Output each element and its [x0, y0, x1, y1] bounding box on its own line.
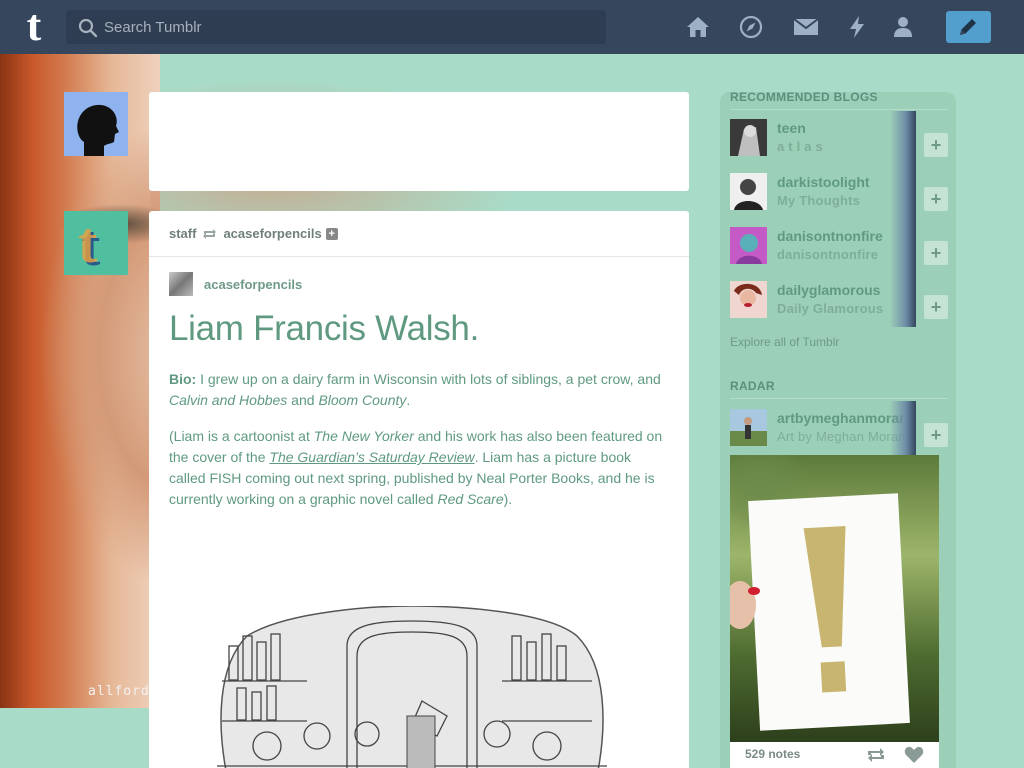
sidebar: RECOMMENDED BLOGS teen a t l a s + darki…	[720, 90, 956, 768]
source-avatar[interactable]	[169, 272, 193, 296]
pencil-icon	[960, 19, 976, 35]
radar-post-footer: 529 notes	[730, 742, 939, 768]
blog-name[interactable]: dailyglamorous	[777, 282, 880, 298]
reblogged-from-name[interactable]: acaseforpencils	[223, 226, 321, 241]
follow-button[interactable]: +	[924, 133, 948, 157]
fade-overlay	[890, 219, 916, 273]
tumblr-logo[interactable]: t	[14, 4, 54, 48]
blog-name[interactable]: artbymeghanmoran	[777, 410, 908, 426]
description-paragraph: (Liam is a cartoonist at The New Yorker …	[169, 426, 669, 510]
fade-overlay	[890, 165, 916, 219]
tumblr-t-icon: t t	[64, 210, 128, 278]
reblog-icon[interactable]	[866, 747, 886, 763]
search-icon	[78, 18, 98, 38]
blog-avatar[interactable]	[730, 281, 767, 318]
home-icon[interactable]	[686, 15, 710, 39]
follow-button[interactable]: +	[924, 241, 948, 265]
activity-icon[interactable]	[845, 15, 869, 39]
post-header: staff acaseforpencils +	[149, 211, 689, 257]
radar-heading: RADAR	[730, 379, 775, 393]
cartoon-image[interactable]	[197, 606, 627, 768]
inbox-icon[interactable]	[793, 15, 819, 39]
bio-label: Bio:	[169, 371, 197, 387]
post-composer[interactable]	[149, 92, 689, 191]
reblog-icon	[203, 228, 217, 239]
silhouette-icon	[64, 92, 128, 156]
bio-italic: Calvin and Hobbes	[169, 392, 288, 408]
top-navigation-bar: t	[0, 0, 1024, 54]
follow-button[interactable]: +	[924, 423, 948, 447]
follow-button[interactable]: +	[924, 295, 948, 319]
notes-count[interactable]: 529 notes	[745, 747, 800, 761]
divider	[730, 398, 948, 399]
blog-description: Art by Meghan Moran	[777, 429, 906, 444]
blog-avatar[interactable]	[730, 409, 767, 446]
radar-photo[interactable]	[730, 455, 939, 742]
post-source[interactable]: acaseforpencils	[169, 272, 302, 296]
svg-text:t: t	[78, 211, 98, 275]
follow-button[interactable]: +	[924, 187, 948, 211]
guardian-link[interactable]: The Guardian’s Saturday Review	[269, 449, 474, 465]
bio-text: I grew up on a dairy farm in Wisconsin w…	[196, 371, 661, 387]
bio-paragraph: Bio: I grew up on a dairy farm in Wiscon…	[169, 369, 669, 411]
search-input[interactable]	[104, 10, 594, 44]
reblogger-name[interactable]: staff	[169, 226, 196, 241]
post-title: Liam Francis Walsh.	[169, 309, 480, 348]
bio-text: .	[406, 392, 411, 408]
blog-description: My Thoughts	[777, 193, 861, 208]
canvas-artwork	[748, 493, 910, 731]
exclamation-icon	[803, 526, 847, 693]
follow-button[interactable]: +	[325, 227, 338, 240]
blog-name[interactable]: danisontnonfire	[777, 228, 883, 244]
fade-overlay	[890, 401, 916, 455]
recommended-blogs-heading: RECOMMENDED BLOGS	[730, 90, 878, 104]
fade-overlay	[890, 111, 916, 165]
account-icon[interactable]	[891, 15, 915, 39]
blog-description: Daily Glamorous	[777, 301, 884, 316]
blog-avatar[interactable]	[730, 227, 767, 264]
description-italic: The New Yorker	[313, 428, 414, 444]
bio-italic: Bloom County	[318, 392, 407, 408]
radar-post[interactable]: 529 notes	[730, 455, 939, 768]
blog-name[interactable]: teen	[777, 120, 806, 136]
hand-image	[730, 581, 760, 629]
divider	[730, 109, 948, 110]
blog-avatar[interactable]	[730, 119, 767, 156]
blog-name[interactable]: darkistoolight	[777, 174, 870, 190]
bio-text: and	[287, 392, 319, 408]
staff-avatar[interactable]: t t	[64, 210, 128, 278]
blog-description: a t l a s	[777, 139, 823, 154]
description-text: (Liam is a cartoonist at	[169, 428, 314, 444]
explore-icon[interactable]	[739, 15, 763, 39]
user-avatar[interactable]	[64, 92, 128, 156]
blog-description: danisontnonfire	[777, 247, 879, 262]
recommended-blog-item[interactable]: dailyglamorous Daily Glamorous +	[730, 273, 948, 335]
description-text: ).	[503, 491, 513, 507]
description-italic: Red Scare	[437, 491, 504, 507]
search-box[interactable]	[66, 10, 606, 44]
blog-avatar[interactable]	[730, 173, 767, 210]
explore-tumblr-link[interactable]: Explore all of Tumblr	[730, 335, 839, 349]
post-body: Bio: I grew up on a dairy farm in Wiscon…	[169, 369, 669, 525]
heart-icon[interactable]	[904, 746, 924, 764]
source-blog-name[interactable]: acaseforpencils	[204, 277, 302, 292]
compose-post-button[interactable]	[946, 11, 991, 43]
dashboard-post: staff acaseforpencils + acaseforpencils …	[149, 211, 689, 768]
fade-overlay	[890, 273, 916, 327]
